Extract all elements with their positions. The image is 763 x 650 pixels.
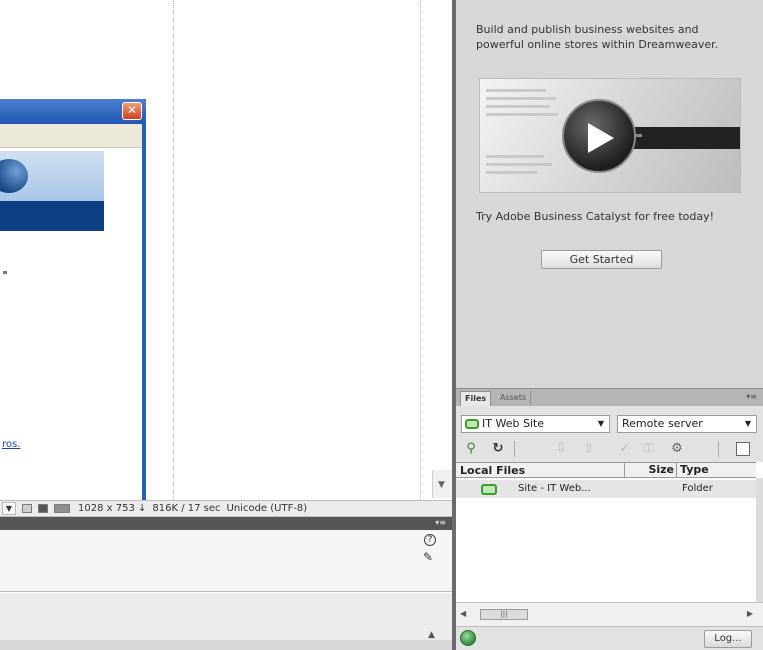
edit-icon[interactable]: ✎ (423, 550, 433, 564)
document-scrollbar[interactable]: ▼ (432, 470, 452, 498)
panel-menu-icon[interactable]: ▾≡ (746, 392, 757, 401)
dialog-toolbar (0, 124, 142, 148)
synchronize-icon[interactable]: ⚙ (668, 440, 686, 458)
dialog-titlebar: ✕ (0, 99, 146, 124)
business-catalyst-panel: Build and publish business websites and … (456, 0, 763, 388)
scroll-right-icon[interactable]: ▶ (747, 609, 753, 618)
tab-assets[interactable]: Assets (496, 391, 532, 407)
table-row[interactable]: Site - IT Web... Folder (456, 480, 756, 498)
file-name: Site - IT Web... (518, 483, 591, 494)
globe-graphic (0, 159, 28, 193)
files-toolbar: IT Web Site ▼ Remote server ▼ ⚲ ↻ ⇩ ⇧ ✓ … (456, 406, 763, 462)
dialog-link[interactable]: ros. (2, 439, 20, 450)
properties-panel: ? ✎ (0, 530, 452, 592)
dreamweaver-workspace: ✕ ros. ▼ ▼ 1028 x 753 ↓ 816K / 17 sec Un… (0, 0, 763, 650)
toolbar-separator (718, 441, 719, 457)
connect-icon[interactable]: ⚲ (462, 440, 480, 458)
chevron-down-icon[interactable]: ▼ (598, 416, 604, 432)
put-files-icon[interactable]: ⇧ (580, 440, 598, 458)
site-select[interactable]: IT Web Site ▼ (461, 415, 610, 433)
window-size-icon[interactable] (22, 504, 32, 513)
collapse-icon[interactable]: ▲ (428, 630, 435, 640)
video-thumbnail-line (486, 97, 556, 100)
encoding-label: Unicode (UTF-8) (226, 503, 308, 514)
video-thumbnail-line (486, 89, 546, 92)
scroll-down-icon[interactable]: ▼ (438, 480, 445, 490)
video-thumbnail-line (486, 171, 538, 174)
site-icon (465, 419, 479, 429)
video-thumbnail-line (486, 105, 550, 108)
promo-offer: Try Adobe Business Catalyst for free tod… (476, 210, 714, 223)
view-select[interactable]: Remote server ▼ (617, 415, 757, 433)
play-icon[interactable] (588, 123, 614, 153)
promo-video[interactable] (479, 78, 741, 193)
video-thumbnail-line (486, 113, 558, 116)
promo-description: Build and publish business websites and … (476, 23, 719, 51)
chevron-down-icon[interactable]: ▼ (745, 416, 751, 432)
tablet-size-icon[interactable] (38, 504, 48, 513)
column-type[interactable]: Type (676, 463, 754, 477)
check-in-icon[interactable]: ⚿ (640, 440, 658, 458)
workspace-bottom-edge (0, 640, 452, 650)
get-files-icon[interactable]: ⇩ (552, 440, 570, 458)
text-fragment (3, 271, 7, 274)
file-type: Folder (682, 483, 713, 494)
chevron-down-icon[interactable]: ▼ (2, 502, 16, 515)
download-size-time: 816K / 17 sec (152, 503, 221, 514)
toolbar-separator (514, 441, 515, 457)
folder-icon (481, 484, 497, 495)
dialog-banner (0, 151, 104, 201)
video-thumbnail-line (486, 163, 552, 166)
properties-panel-lower: ▲ (0, 593, 452, 640)
embedded-dialog-image: ✕ ros. (0, 99, 146, 500)
files-list: Site - IT Web... Folder (456, 478, 756, 602)
globe-icon[interactable] (460, 630, 476, 646)
files-panel-footer: Log... (456, 626, 763, 650)
status-bar: ▼ 1028 x 753 ↓ 816K / 17 sec Unicode (UT… (0, 500, 452, 517)
check-out-icon[interactable]: ✓ (616, 440, 634, 458)
files-panel-tabs: Files Assets ▾≡ (456, 388, 763, 407)
scroll-thumb[interactable]: ||| (480, 609, 528, 620)
expand-icon[interactable] (736, 442, 750, 456)
scroll-left-icon[interactable]: ◀ (460, 609, 466, 618)
help-icon[interactable]: ? (424, 534, 436, 546)
column-local-files[interactable]: Local Files (460, 464, 525, 477)
files-table-header: Local Files Size Type (456, 462, 756, 478)
panel-menu-icon[interactable]: ▾≡ (435, 518, 446, 527)
column-size[interactable]: Size (624, 463, 676, 477)
tab-files[interactable]: Files (460, 391, 492, 407)
refresh-icon[interactable]: ↻ (489, 440, 507, 458)
guide-line (420, 0, 421, 500)
guide-line (173, 0, 174, 500)
site-select-value: IT Web Site (482, 417, 545, 430)
properties-panel-header: ▾≡ (0, 517, 452, 530)
video-thumbnail-line (486, 155, 544, 158)
get-started-button[interactable]: Get Started (541, 250, 662, 269)
dialog-blue-bar (0, 201, 104, 231)
view-select-value: Remote server (622, 417, 703, 430)
close-icon: ✕ (122, 102, 142, 120)
desktop-size-icon[interactable] (54, 504, 70, 513)
log-button[interactable]: Log... (704, 630, 752, 648)
document-window[interactable]: ✕ ros. ▼ (0, 0, 452, 500)
window-dimensions[interactable]: 1028 x 753 ↓ (78, 503, 146, 514)
files-horizontal-scrollbar[interactable]: ◀ ||| ▶ (456, 602, 763, 626)
files-vertical-scrollbar[interactable] (756, 478, 763, 602)
